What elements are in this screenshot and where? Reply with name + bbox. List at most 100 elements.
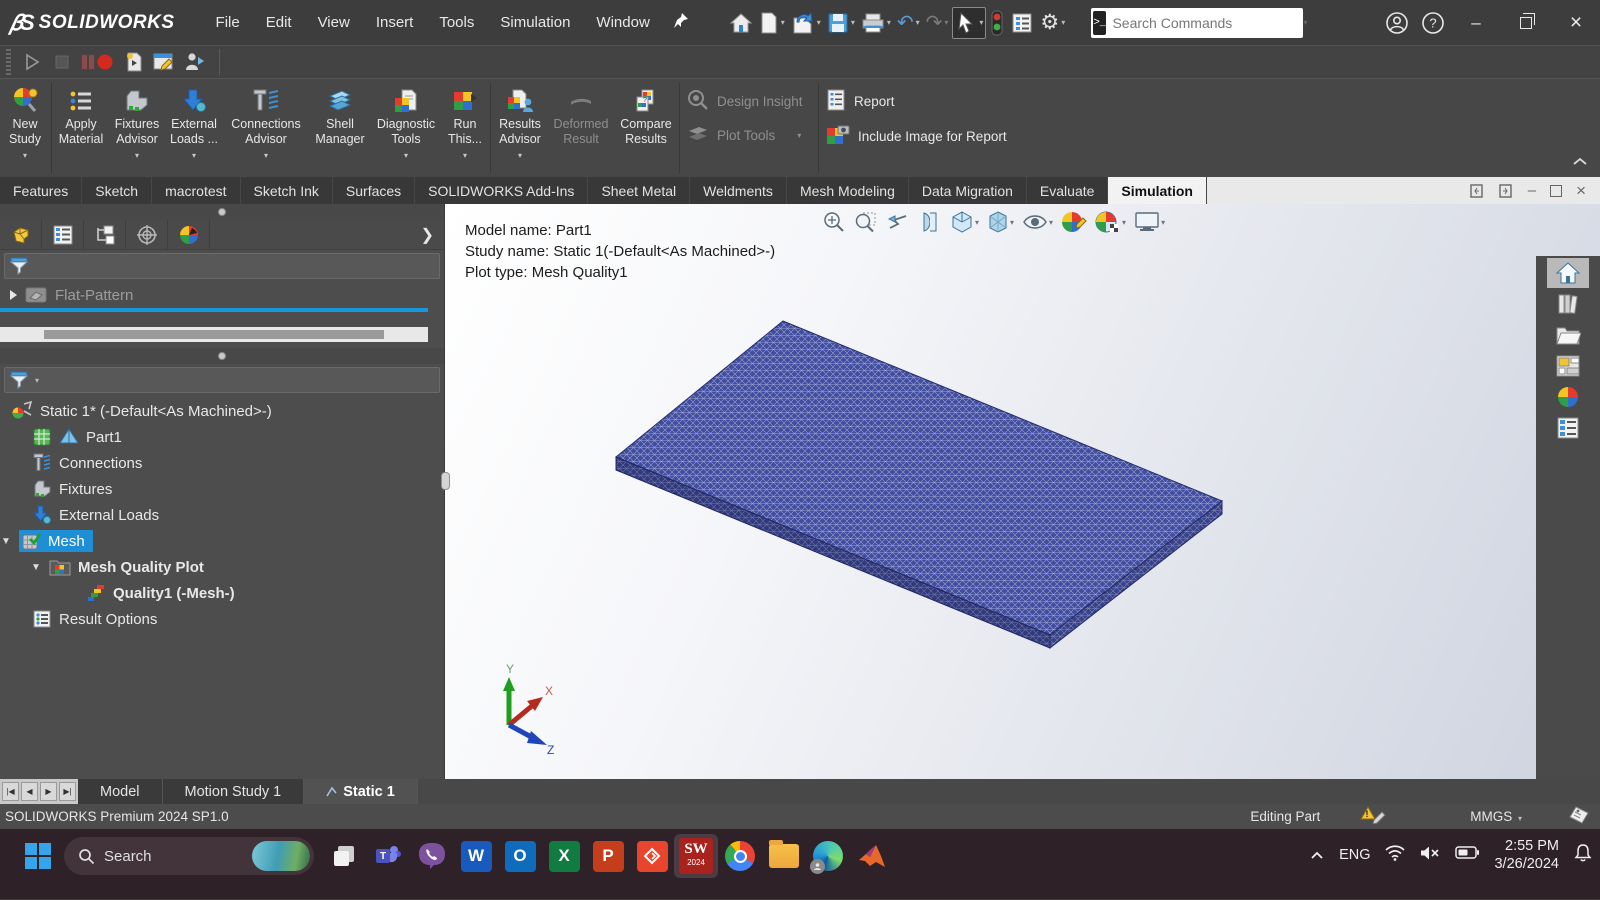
edit-appearance-icon[interactable]: [1059, 208, 1089, 236]
search-commands-input[interactable]: [1106, 15, 1299, 31]
tab-mesh-modeling[interactable]: Mesh Modeling: [787, 177, 909, 204]
study-tree-filter[interactable]: ▾: [4, 367, 440, 393]
mesh-quality-plot-node[interactable]: ▼ Mesh Quality Plot: [0, 554, 444, 580]
command-search[interactable]: >_ ▾: [1091, 8, 1303, 38]
settings-gear-button[interactable]: ⚙ ▾: [1038, 9, 1067, 37]
zoom-to-fit-icon[interactable]: [820, 208, 848, 236]
tag-icon[interactable]: [1566, 805, 1590, 828]
undo-dropdown[interactable]: ▾: [916, 18, 920, 27]
menu-window[interactable]: Window: [583, 8, 662, 37]
options-list-button[interactable]: [1008, 9, 1036, 37]
propertymanager-tab-icon[interactable]: [42, 220, 84, 249]
menu-view[interactable]: View: [305, 8, 363, 37]
menu-edit[interactable]: Edit: [253, 8, 305, 37]
tab-solidworks-add-ins[interactable]: SOLIDWORKS Add-Ins: [415, 177, 588, 204]
print-dropdown[interactable]: ▾: [887, 18, 891, 27]
battery-icon[interactable]: [1455, 846, 1479, 864]
feature-tree-filter[interactable]: [4, 253, 440, 279]
new-document-dropdown[interactable]: ▾: [781, 18, 785, 27]
tab-sheet-metal[interactable]: Sheet Metal: [588, 177, 690, 204]
shell-manager-button[interactable]: Shell Manager: [309, 79, 371, 177]
report-button[interactable]: Report: [826, 89, 1008, 114]
filter-dropdown[interactable]: ▾: [35, 376, 39, 385]
mqp-collapse-caret[interactable]: ▼: [30, 562, 42, 573]
tab-sketch[interactable]: Sketch: [82, 177, 152, 204]
home-button[interactable]: [727, 9, 755, 37]
study-root-node[interactable]: Static 1* (-Default<As Machined>-): [0, 398, 444, 424]
results-advisor-button[interactable]: Results Advisor ▾: [492, 79, 548, 177]
dimxpertmanager-tab-icon[interactable]: [126, 220, 168, 249]
apply-scene-icon[interactable]: ▾: [1093, 208, 1128, 236]
mesh-collapse-caret[interactable]: ▼: [0, 536, 12, 547]
tab-scroll-last[interactable]: ▶|: [59, 782, 76, 801]
file-explorer-taskbar-icon[interactable]: [762, 834, 806, 878]
language-indicator[interactable]: ENG: [1339, 847, 1370, 863]
units-dropdown[interactable]: ▾: [1518, 814, 1522, 823]
select-cursor-button[interactable]: ▾: [952, 7, 986, 39]
fixtures-node[interactable]: Fixtures: [0, 476, 444, 502]
edge-icon[interactable]: [806, 834, 850, 878]
flat-pattern-node[interactable]: Flat-Pattern: [0, 282, 444, 308]
menu-file[interactable]: File: [203, 8, 253, 37]
appearances-scenes-icon[interactable]: [1547, 382, 1589, 412]
static1-tab[interactable]: Static 1: [304, 779, 418, 804]
mesh-selected-row[interactable]: Mesh: [19, 530, 93, 552]
motion-study-tab[interactable]: Motion Study 1: [163, 779, 305, 804]
connections-advisor-button[interactable]: Connections Advisor ▾: [223, 79, 309, 177]
results-advisor-dropdown[interactable]: ▾: [518, 151, 522, 159]
open-dropdown[interactable]: ▾: [817, 18, 821, 27]
search-highlight-image[interactable]: [252, 841, 310, 871]
external-loads-node[interactable]: External Loads: [0, 502, 444, 528]
part-node[interactable]: Part1: [0, 424, 444, 450]
tab-scroll-first[interactable]: |◀: [2, 782, 19, 801]
pin-menu-icon[interactable]: [673, 12, 689, 33]
fixtures-advisor-dropdown[interactable]: ▾: [135, 151, 139, 159]
start-button[interactable]: [16, 834, 60, 878]
featuremanager-tab-icon[interactable]: [0, 220, 42, 249]
search-scope-dropdown[interactable]: ▾: [1303, 18, 1307, 27]
tab-scroll-prev[interactable]: ◀: [21, 782, 38, 801]
doc-close-icon[interactable]: ×: [1576, 181, 1586, 201]
zoom-to-area-icon[interactable]: [852, 208, 880, 236]
external-loads-dropdown[interactable]: ▾: [192, 151, 196, 159]
include-image-for-report-button[interactable]: Include Image for Report: [826, 124, 1008, 149]
save-dropdown[interactable]: ▾: [851, 18, 855, 27]
scrollbar-thumb[interactable]: [44, 330, 384, 339]
view-settings-icon[interactable]: ▾: [1132, 208, 1167, 236]
macro-run-icon[interactable]: [19, 50, 45, 74]
matlab-icon[interactable]: [850, 834, 894, 878]
teams-icon[interactable]: T: [366, 834, 410, 878]
mesh-node[interactable]: ▼ Mesh: [0, 528, 444, 554]
compare-results-button[interactable]: ? Compare Results: [614, 79, 678, 177]
new-document-button[interactable]: ▾: [757, 9, 787, 37]
undo-button[interactable]: ↶ ▾: [895, 10, 922, 36]
quality1-node[interactable]: Quality1 (-Mesh-): [0, 580, 444, 606]
tab-scroll-next[interactable]: ▶: [40, 782, 57, 801]
pane-right-icon[interactable]: [1499, 184, 1514, 198]
taskpane-home-icon[interactable]: [1547, 258, 1589, 288]
panel-splitter-middle[interactable]: [0, 348, 444, 364]
macro-new-icon[interactable]: [121, 50, 147, 74]
menu-insert[interactable]: Insert: [363, 8, 427, 37]
tab-evaluate[interactable]: Evaluate: [1027, 177, 1108, 204]
settings-dropdown[interactable]: ▾: [1061, 18, 1065, 27]
panel-vertical-splitter-handle[interactable]: [441, 472, 450, 490]
notification-bell-icon[interactable]: [1574, 843, 1592, 867]
print-button[interactable]: ▾: [859, 9, 893, 37]
diagnostic-tools-button[interactable]: Diagnostic Tools ▾: [371, 79, 441, 177]
run-this-dropdown[interactable]: ▾: [463, 151, 467, 159]
tree-horizontal-scrollbar[interactable]: [0, 327, 428, 342]
previous-view-icon[interactable]: [884, 208, 912, 236]
redo-button[interactable]: ↷ ▾: [924, 10, 951, 36]
hide-show-items-icon[interactable]: ▾: [1020, 208, 1055, 236]
display-style-icon[interactable]: ▾: [985, 208, 1016, 236]
new-study-button[interactable]: New Study ▾: [0, 79, 50, 177]
tab-surfaces[interactable]: Surfaces: [333, 177, 415, 204]
apply-material-button[interactable]: Apply Material: [53, 79, 109, 177]
open-button[interactable]: ▾: [789, 9, 823, 37]
help-icon[interactable]: ?: [1418, 8, 1448, 38]
close-button[interactable]: ×: [1554, 3, 1598, 43]
volume-muted-icon[interactable]: [1420, 845, 1440, 866]
file-explorer-icon[interactable]: [1547, 320, 1589, 350]
view-orientation-icon[interactable]: ▾: [948, 208, 981, 236]
